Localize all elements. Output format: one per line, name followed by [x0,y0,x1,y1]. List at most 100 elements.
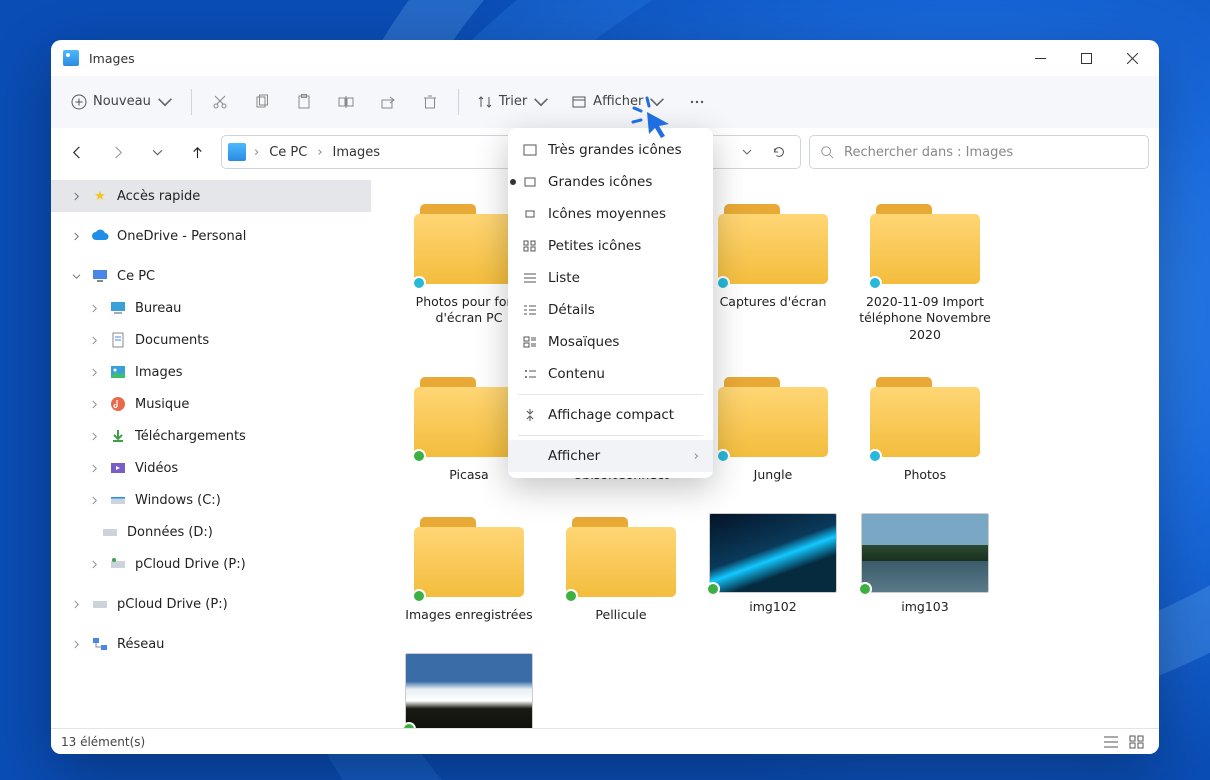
paste-button[interactable] [284,84,324,120]
drive-icon [109,491,127,509]
folder-item[interactable]: Images enregistrées [393,507,545,623]
video-icon [109,459,127,477]
sort-icon [477,94,493,110]
content-area[interactable]: Photos pour fond d'écran PC Captures d'é… [371,176,1159,728]
search-placeholder: Rechercher dans : Images [844,145,1013,160]
maximize-button[interactable] [1063,42,1109,74]
menu-separator [518,394,703,395]
tree-pcloud-root[interactable]: pCloud Drive (P:) [51,588,371,620]
monitor-icon [91,267,109,285]
share-button[interactable] [368,84,408,120]
nav-forward-button[interactable] [101,136,133,168]
item-count: 13 élément(s) [61,735,145,749]
menu-separator [518,435,703,436]
tree-this-pc[interactable]: Ce PC [51,260,371,292]
tree-drive-c[interactable]: Windows (C:) [51,484,371,516]
tree-quick-access[interactable]: ★ Accès rapide [51,180,371,212]
music-icon [109,395,127,413]
tree-documents[interactable]: Documents [51,324,371,356]
tree-onedrive[interactable]: OneDrive - Personal [51,220,371,252]
tree-desktop[interactable]: Bureau [51,292,371,324]
selected-bullet-icon [510,179,516,185]
network-icon [91,635,109,653]
search-icon [820,145,834,159]
menu-very-large-icons[interactable]: Très grandes icônes [508,134,713,166]
image-item[interactable]: img104 [393,647,545,728]
tiles-icon [522,334,538,350]
plus-circle-icon [71,94,87,110]
menu-large-icons[interactable]: Grandes icônes [508,166,713,198]
documents-icon [109,331,127,349]
menu-list[interactable]: Liste [508,262,713,294]
list-icon [522,270,538,286]
copy-button[interactable] [242,84,282,120]
star-icon: ★ [91,187,109,205]
nav-recent-button[interactable] [141,136,173,168]
copy-icon [254,94,270,110]
rename-button[interactable] [326,84,366,120]
items-grid: Photos pour fond d'écran PC Captures d'é… [393,194,1137,728]
titlebar[interactable]: Images [51,40,1159,76]
refresh-button[interactable] [764,137,794,167]
image-item[interactable]: img103 [849,507,1001,623]
nav-up-button[interactable] [181,136,213,168]
tree-music[interactable]: Musique [51,388,371,420]
chevron-down-icon [69,269,83,283]
tree-downloads[interactable]: Téléchargements [51,420,371,452]
drive-icon [101,523,119,541]
folder-item[interactable]: Pellicule [545,507,697,623]
chevron-right-icon: › [694,448,699,464]
drive-icon [109,555,127,573]
tree-network[interactable]: Réseau [51,628,371,660]
menu-details[interactable]: Détails [508,294,713,326]
menu-small-icons[interactable]: Petites icônes [508,230,713,262]
very-large-icons-icon [522,142,538,158]
menu-medium-icons[interactable]: Icônes moyennes [508,198,713,230]
menu-show-submenu[interactable]: Afficher› [508,440,713,472]
close-button[interactable] [1109,42,1155,74]
sort-button[interactable]: Trier [467,84,559,120]
tree-drive-d[interactable]: Données (D:) [51,516,371,548]
breadcrumb-segment[interactable]: Ce PC [263,141,313,164]
thumbnails-view-toggle[interactable] [1125,733,1149,751]
window-title: Images [89,51,135,66]
minimize-button[interactable] [1017,42,1063,74]
breadcrumb-segment[interactable]: Images [327,141,387,164]
folder-item[interactable]: Jungle [697,367,849,483]
search-input[interactable]: Rechercher dans : Images [809,135,1149,169]
navigation-tree: ★ Accès rapide OneDrive - Personal Ce PC… [51,176,371,728]
cloud-icon [91,227,109,245]
drive-icon [91,595,109,613]
folder-item[interactable]: 2020-11-09 Import téléphone Novembre 202… [849,194,1001,343]
file-explorer-window: Images Nouveau Trier Afficher [51,40,1159,754]
tree-images[interactable]: Images [51,356,371,388]
more-button[interactable] [677,84,717,120]
separator [191,89,192,115]
toolbar: Nouveau Trier Afficher [51,76,1159,128]
delete-button[interactable] [410,84,450,120]
menu-compact[interactable]: Affichage compact [508,399,713,431]
view-context-menu: Très grandes icônes Grandes icônes Icône… [508,128,713,478]
tree-videos[interactable]: Vidéos [51,452,371,484]
separator [458,89,459,115]
clipboard-icon [296,94,312,110]
chevron-right-icon [69,229,83,243]
cut-button[interactable] [200,84,240,120]
tree-drive-p[interactable]: pCloud Drive (P:) [51,548,371,580]
nav-back-button[interactable] [61,136,93,168]
folder-item[interactable]: Captures d'écran [697,194,849,343]
view-button[interactable]: Afficher [561,84,675,120]
share-icon [380,94,396,110]
menu-tiles[interactable]: Mosaïques [508,326,713,358]
chevron-down-icon [649,94,665,110]
image-item[interactable]: img102 [697,507,849,623]
new-button[interactable]: Nouveau [61,84,183,120]
compact-icon [522,407,538,423]
chevron-down-icon [157,94,173,110]
details-view-toggle[interactable] [1099,733,1123,751]
menu-content[interactable]: Contenu [508,358,713,390]
folder-item[interactable]: Photos [849,367,1001,483]
address-history-button[interactable] [732,137,762,167]
desktop-icon [109,299,127,317]
images-app-icon [63,50,79,66]
